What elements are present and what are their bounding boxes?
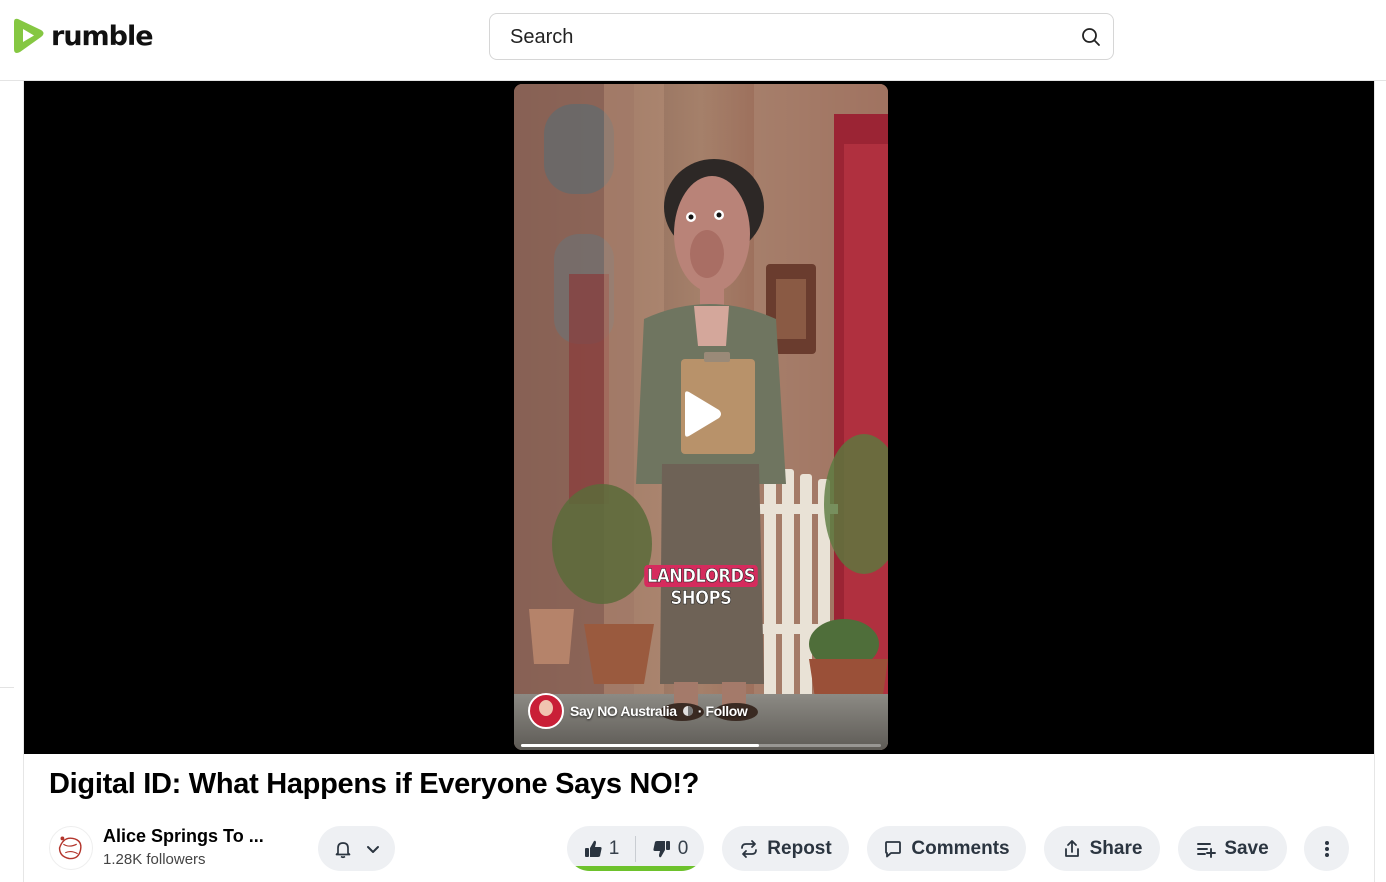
comments-label: Comments	[911, 837, 1010, 859]
play-icon[interactable]	[679, 390, 723, 438]
dislike-count: 0	[677, 837, 689, 859]
channel-name[interactable]: Alice Springs To ...	[103, 826, 264, 847]
search-bar[interactable]	[489, 13, 1114, 60]
left-sidebar	[0, 81, 24, 882]
sidebar-divider	[0, 687, 14, 688]
thumbs-down-icon	[653, 840, 670, 857]
top-header: rumble	[0, 0, 1386, 81]
video-title: Digital ID: What Happens if Everyone Say…	[49, 768, 700, 800]
video-frame[interactable]: LANDLORDS SHOPS Say NO Australia · Follo…	[514, 84, 888, 750]
channel-avatar[interactable]	[49, 826, 93, 870]
bell-icon	[335, 841, 350, 858]
more-options-button[interactable]	[1304, 826, 1349, 871]
right-edge	[1374, 81, 1386, 882]
repost-label: Repost	[767, 837, 832, 859]
repost-button[interactable]: Repost	[722, 826, 849, 871]
overlay-author-name: Say NO Australia	[570, 703, 677, 719]
search-input[interactable]	[510, 22, 1070, 52]
overlay-follow: · Follow	[697, 703, 748, 719]
video-caption: LANDLORDS SHOPS	[626, 565, 776, 609]
share-icon	[1064, 839, 1079, 857]
rumble-logo-icon	[14, 18, 44, 53]
follower-count: 1.28K followers	[103, 851, 206, 868]
like-count: 1	[608, 837, 620, 859]
repost-icon	[741, 839, 758, 858]
save-label: Save	[1224, 837, 1269, 859]
save-button[interactable]: Save	[1178, 826, 1287, 871]
vote-buttons: 1 0	[567, 826, 704, 871]
rumble-logo[interactable]: rumble	[8, 16, 154, 56]
video-progress-bar[interactable]	[521, 744, 881, 747]
overlay-author: Say NO Australia · Follow	[528, 693, 748, 729]
vote-ratio-bar	[567, 866, 704, 871]
notification-button[interactable]	[318, 826, 395, 871]
comments-button[interactable]: Comments	[867, 826, 1026, 871]
caption-highlight: LANDLORDS	[644, 565, 758, 587]
comment-icon	[885, 840, 902, 857]
playlist-add-icon	[1197, 842, 1217, 858]
video-progress-fill	[521, 744, 759, 747]
share-label: Share	[1089, 837, 1143, 859]
video-player[interactable]: LANDLORDS SHOPS Say NO Australia · Follo…	[24, 81, 1374, 754]
chevron-down-icon	[366, 845, 379, 853]
more-vertical-icon	[1324, 840, 1329, 857]
logo-wordmark: rumble	[51, 20, 154, 52]
share-button[interactable]: Share	[1044, 826, 1160, 871]
caption-rest: SHOPS	[670, 587, 732, 610]
overlay-author-avatar	[528, 693, 564, 729]
like-button[interactable]: 1	[567, 838, 635, 860]
globe-icon	[682, 706, 693, 716]
thumbs-up-icon	[584, 840, 602, 857]
search-icon[interactable]	[1079, 25, 1103, 49]
dislike-button[interactable]: 0	[636, 838, 704, 860]
